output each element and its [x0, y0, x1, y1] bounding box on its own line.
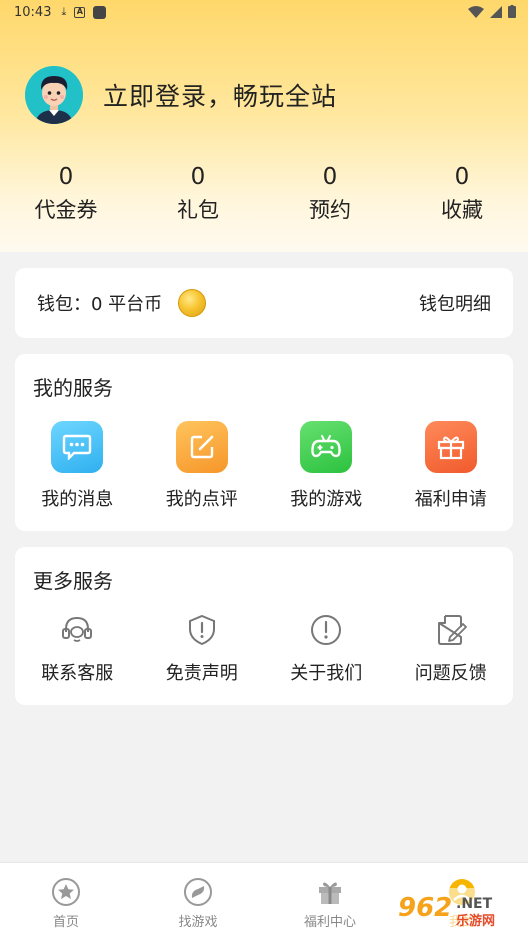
tab-welfare-center[interactable]: 福利中心 — [264, 863, 396, 938]
tab-label: 首页 — [52, 915, 79, 930]
login-text[interactable]: 立即登录，畅玩全站 — [103, 77, 337, 113]
tab-label: 福利中心 — [303, 915, 356, 930]
battery-icon — [508, 5, 516, 18]
edit-icon — [175, 421, 228, 473]
tab-label: 找游戏 — [178, 915, 218, 930]
stats-row: 0 代金券 0 礼包 0 预约 0 收藏 — [0, 162, 528, 224]
stat-value: 0 — [454, 164, 470, 190]
gift-icon — [424, 421, 477, 473]
section-title: 更多服务 — [33, 569, 113, 593]
status-time: 10:43 — [14, 4, 52, 20]
wallet-balance: 钱包：0 平台币 — [37, 289, 207, 317]
stat-label: 收藏 — [441, 198, 483, 222]
gift-icon — [319, 882, 341, 904]
stat-gift-packs[interactable]: 0 礼包 — [132, 162, 264, 224]
my-services-card: 我的服务 我的消息 我的点评 我的游戏 福利申请 — [15, 354, 513, 531]
coin-icon — [178, 289, 207, 317]
service-label: 我的消息 — [41, 489, 114, 510]
signal-icon — [490, 5, 502, 18]
star-icon — [52, 878, 80, 906]
svg-text:962: 962 — [398, 893, 452, 923]
more-services-card: 更多服务 联系客服 免责声明 关于我们 问题反馈 — [15, 547, 513, 705]
stat-label: 代金券 — [34, 198, 98, 222]
stat-value: 0 — [322, 164, 338, 190]
wifi-icon — [468, 5, 484, 18]
stat-vouchers[interactable]: 0 代金券 — [0, 162, 132, 224]
stat-label: 预约 — [309, 198, 351, 222]
stat-reservations[interactable]: 0 预约 — [264, 162, 396, 224]
wallet-detail-link[interactable]: 钱包明细 — [419, 290, 491, 316]
shield-icon — [185, 613, 219, 647]
service-label: 我的游戏 — [290, 489, 363, 510]
service-my-games[interactable]: 我的游戏 — [264, 421, 389, 511]
section-title: 我的服务 — [33, 376, 113, 400]
login-prompt[interactable]: 立即登录，畅玩全站 — [25, 66, 337, 124]
tab-home[interactable]: 首页 — [0, 863, 132, 938]
tab-find-games[interactable]: 找游戏 — [132, 863, 264, 938]
service-label: 我的点评 — [165, 489, 238, 510]
gamepad-icon — [300, 421, 353, 473]
app-notification-icon — [93, 5, 107, 19]
watermark-logo: 962 .NET 乐游网 — [394, 888, 522, 930]
avatar-illustration — [25, 66, 83, 124]
stat-favorites[interactable]: 0 收藏 — [396, 162, 528, 224]
stat-label: 礼包 — [177, 198, 219, 222]
more-services-grid: 联系客服 免责声明 关于我们 问题反馈 — [15, 613, 513, 685]
svg-text:乐游网: 乐游网 — [456, 913, 495, 929]
compass-icon — [184, 878, 212, 906]
wallet-card: 钱包：0 平台币 钱包明细 — [15, 268, 513, 338]
service-welfare-apply[interactable]: 福利申请 — [389, 421, 514, 511]
avatar[interactable] — [25, 66, 83, 124]
service-label: 问题反馈 — [414, 663, 487, 684]
stat-value: 0 — [190, 164, 206, 190]
status-bar: 10:43 ⤓ A — [0, 0, 528, 24]
download-icon: ⤓ — [61, 5, 67, 18]
service-contact-support[interactable]: 联系客服 — [15, 613, 140, 685]
service-my-reviews[interactable]: 我的点评 — [140, 421, 265, 511]
profile-header: 10:43 ⤓ A 立即登录，畅玩全站 0 代金券 0 礼包 0 预约 0 收藏 — [0, 0, 528, 252]
headset-icon — [60, 613, 94, 647]
service-label: 关于我们 — [290, 663, 363, 684]
service-my-messages[interactable]: 我的消息 — [15, 421, 140, 511]
service-label: 联系客服 — [41, 663, 114, 684]
service-disclaimer[interactable]: 免责声明 — [140, 613, 265, 685]
service-label: 免责声明 — [165, 663, 238, 684]
wallet-label: 钱包：0 平台币 — [37, 294, 163, 315]
my-services-grid: 我的消息 我的点评 我的游戏 福利申请 — [15, 421, 513, 511]
stat-value: 0 — [58, 164, 74, 190]
svg-text:.NET: .NET — [456, 896, 493, 912]
service-label: 福利申请 — [414, 489, 487, 510]
service-feedback[interactable]: 问题反馈 — [389, 613, 514, 685]
feedback-icon — [434, 613, 468, 647]
info-icon — [309, 613, 343, 647]
message-icon — [51, 421, 104, 473]
notification-icon: A — [74, 6, 86, 18]
service-about-us[interactable]: 关于我们 — [264, 613, 389, 685]
